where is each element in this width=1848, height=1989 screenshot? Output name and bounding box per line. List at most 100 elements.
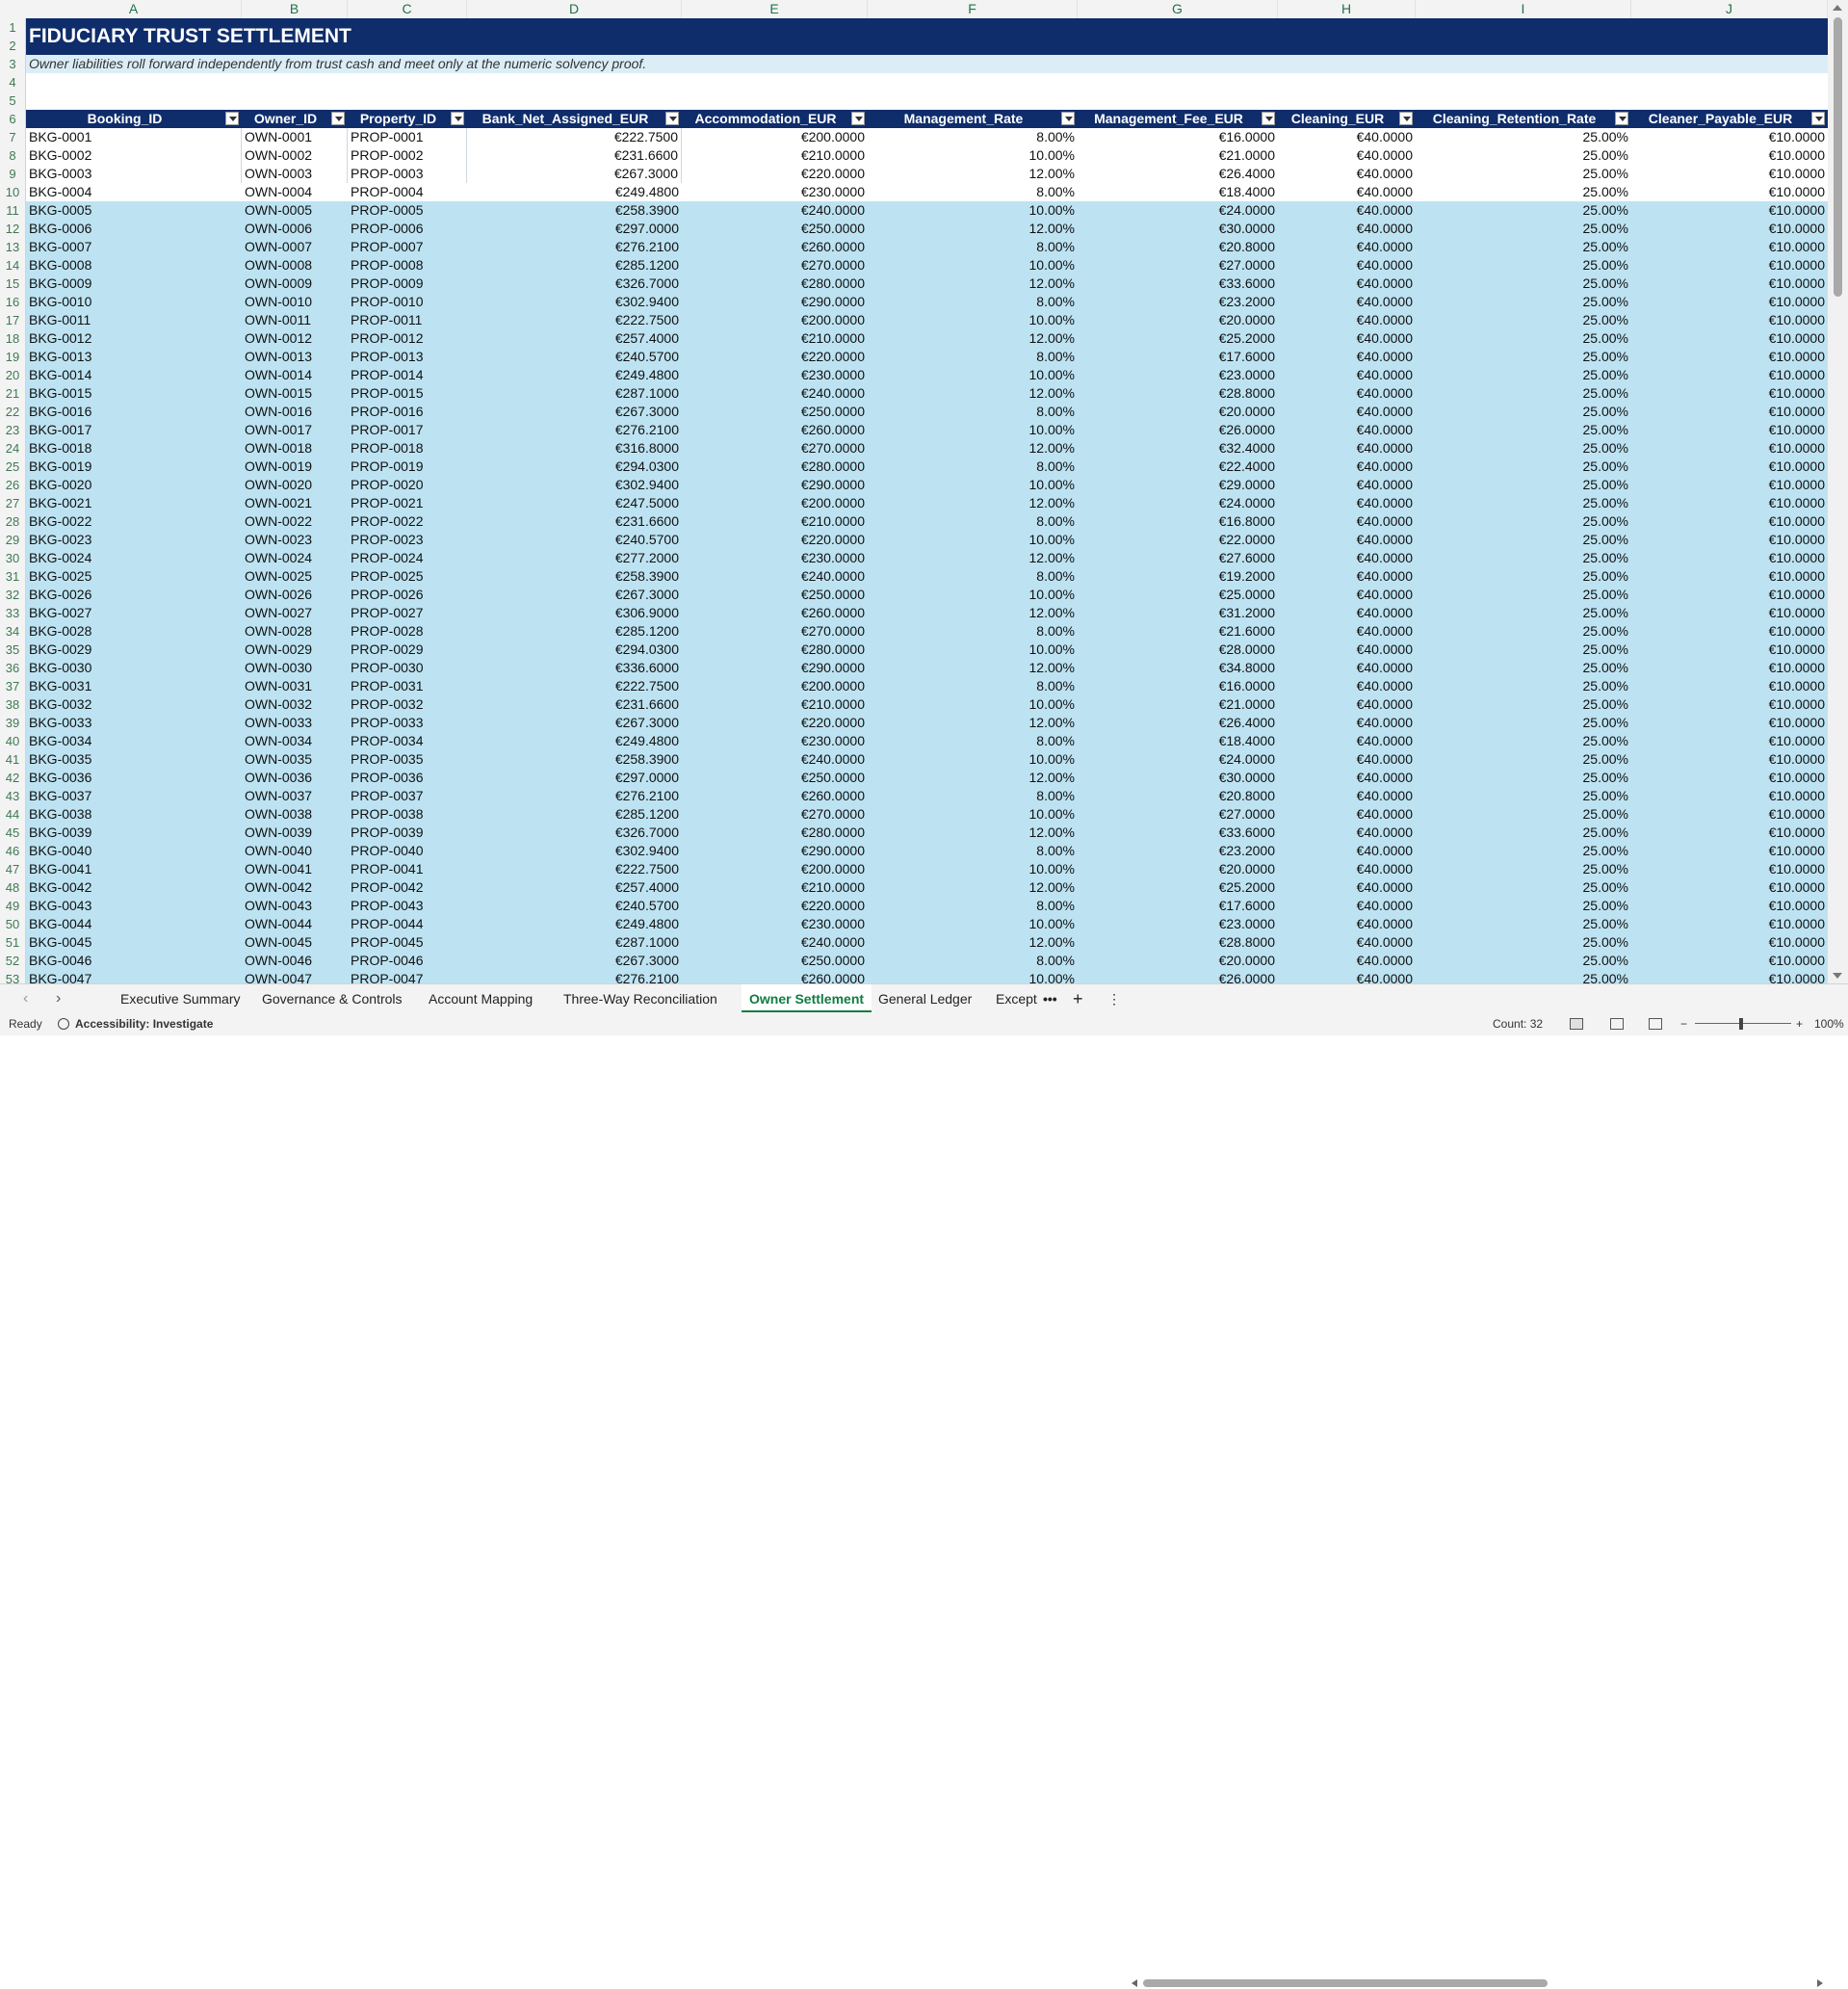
table-cell[interactable]: BKG-0025 <box>26 567 242 586</box>
table-cell[interactable]: OWN-0007 <box>242 238 348 256</box>
table-cell[interactable]: €40.0000 <box>1278 403 1416 421</box>
table-cell[interactable]: BKG-0029 <box>26 641 242 659</box>
table-cell[interactable]: €10.0000 <box>1631 128 1828 146</box>
row-header[interactable]: 41 <box>0 750 26 769</box>
table-cell[interactable]: €40.0000 <box>1278 824 1416 842</box>
table-cell[interactable]: 25.00% <box>1416 384 1631 403</box>
table-cell[interactable]: PROP-0007 <box>348 238 467 256</box>
table-cell[interactable]: €10.0000 <box>1631 238 1828 256</box>
table-cell[interactable]: 25.00% <box>1416 256 1631 275</box>
row-header[interactable]: 43 <box>0 787 26 805</box>
table-cell[interactable]: OWN-0023 <box>242 531 348 549</box>
table-cell[interactable]: 25.00% <box>1416 622 1631 641</box>
sheet-tab[interactable]: Governance & Controls <box>262 984 403 1013</box>
table-cell[interactable]: BKG-0015 <box>26 384 242 403</box>
table-cell[interactable]: BKG-0028 <box>26 622 242 641</box>
table-cell[interactable]: €200.0000 <box>682 677 868 695</box>
subtitle-row[interactable]: Owner liabilities roll forward independe… <box>26 55 1828 73</box>
row-header[interactable]: 20 <box>0 366 26 384</box>
column-header-cell[interactable]: Accommodation_EUR <box>682 110 868 128</box>
table-cell[interactable]: €290.0000 <box>682 293 868 311</box>
table-cell[interactable]: €240.0000 <box>682 933 868 952</box>
table-cell[interactable]: 25.00% <box>1416 897 1631 915</box>
table-cell[interactable]: 8.00% <box>868 183 1078 201</box>
table-cell[interactable]: 8.00% <box>868 458 1078 476</box>
table-cell[interactable]: PROP-0018 <box>348 439 467 458</box>
table-cell[interactable]: PROP-0022 <box>348 512 467 531</box>
filter-dropdown-icon[interactable] <box>451 112 464 125</box>
table-cell[interactable]: €230.0000 <box>682 366 868 384</box>
filter-dropdown-icon[interactable] <box>665 112 679 125</box>
table-cell[interactable]: PROP-0046 <box>348 952 467 970</box>
table-cell[interactable]: 25.00% <box>1416 366 1631 384</box>
table-cell[interactable]: €249.4800 <box>467 732 682 750</box>
table-cell[interactable]: 25.00% <box>1416 567 1631 586</box>
table-cell[interactable]: €257.4000 <box>467 878 682 897</box>
table-cell[interactable]: €40.0000 <box>1278 842 1416 860</box>
table-cell[interactable]: €306.9000 <box>467 604 682 622</box>
row-header[interactable]: 11 <box>0 201 26 220</box>
accessibility-icon[interactable] <box>58 1018 69 1030</box>
table-cell[interactable]: €30.0000 <box>1078 220 1278 238</box>
table-cell[interactable]: OWN-0004 <box>242 183 348 201</box>
table-cell[interactable]: PROP-0028 <box>348 622 467 641</box>
table-cell[interactable]: €40.0000 <box>1278 183 1416 201</box>
table-cell[interactable]: €10.0000 <box>1631 586 1828 604</box>
table-cell[interactable]: €270.0000 <box>682 805 868 824</box>
table-cell[interactable]: €10.0000 <box>1631 860 1828 878</box>
table-cell[interactable]: €40.0000 <box>1278 128 1416 146</box>
table-cell[interactable]: €316.8000 <box>467 439 682 458</box>
table-cell[interactable]: €27.0000 <box>1078 256 1278 275</box>
filter-dropdown-icon[interactable] <box>851 112 865 125</box>
column-header-cell[interactable]: Cleaner_Payable_EUR <box>1631 110 1828 128</box>
table-cell[interactable]: €10.0000 <box>1631 677 1828 695</box>
table-cell[interactable]: OWN-0019 <box>242 458 348 476</box>
row-header[interactable]: 27 <box>0 494 26 512</box>
table-cell[interactable]: 8.00% <box>868 897 1078 915</box>
row-header[interactable]: 26 <box>0 476 26 494</box>
table-cell[interactable]: €17.6000 <box>1078 348 1278 366</box>
table-cell[interactable]: €28.0000 <box>1078 641 1278 659</box>
table-cell[interactable]: 8.00% <box>868 238 1078 256</box>
table-cell[interactable]: 25.00% <box>1416 220 1631 238</box>
table-cell[interactable]: OWN-0013 <box>242 348 348 366</box>
table-cell[interactable]: 10.00% <box>868 805 1078 824</box>
row-header[interactable]: 42 <box>0 769 26 787</box>
table-cell[interactable]: €230.0000 <box>682 549 868 567</box>
column-header-e[interactable]: E <box>682 0 868 18</box>
sheet-tab[interactable]: Account Mapping <box>429 984 533 1013</box>
table-cell[interactable]: 12.00% <box>868 494 1078 512</box>
table-cell[interactable]: €10.0000 <box>1631 622 1828 641</box>
table-cell[interactable]: OWN-0032 <box>242 695 348 714</box>
table-cell[interactable]: €24.0000 <box>1078 201 1278 220</box>
table-cell[interactable]: €276.2100 <box>467 970 682 983</box>
table-cell[interactable]: PROP-0011 <box>348 311 467 329</box>
table-cell[interactable]: 25.00% <box>1416 641 1631 659</box>
table-cell[interactable]: €10.0000 <box>1631 348 1828 366</box>
column-header-cell[interactable]: Bank_Net_Assigned_EUR <box>467 110 682 128</box>
column-header-i[interactable]: I <box>1416 0 1631 18</box>
table-cell[interactable]: €16.0000 <box>1078 677 1278 695</box>
table-cell[interactable]: 10.00% <box>868 146 1078 165</box>
table-cell[interactable]: €336.6000 <box>467 659 682 677</box>
sheet-tab[interactable]: Except <box>996 984 1037 1013</box>
table-cell[interactable]: PROP-0047 <box>348 970 467 983</box>
table-cell[interactable]: €10.0000 <box>1631 567 1828 586</box>
table-cell[interactable]: OWN-0006 <box>242 220 348 238</box>
table-cell[interactable]: OWN-0018 <box>242 439 348 458</box>
table-cell[interactable]: €40.0000 <box>1278 659 1416 677</box>
table-cell[interactable]: 8.00% <box>868 952 1078 970</box>
normal-view-icon[interactable] <box>1570 1018 1583 1030</box>
table-cell[interactable]: €10.0000 <box>1631 512 1828 531</box>
table-cell[interactable]: BKG-0030 <box>26 659 242 677</box>
row-header[interactable]: 12 <box>0 220 26 238</box>
table-cell[interactable]: €27.0000 <box>1078 805 1278 824</box>
table-cell[interactable]: OWN-0017 <box>242 421 348 439</box>
table-cell[interactable]: €240.0000 <box>682 567 868 586</box>
table-cell[interactable]: 10.00% <box>868 915 1078 933</box>
table-cell[interactable]: €40.0000 <box>1278 878 1416 897</box>
table-cell[interactable]: €10.0000 <box>1631 549 1828 567</box>
table-cell[interactable]: BKG-0041 <box>26 860 242 878</box>
table-cell[interactable]: €18.4000 <box>1078 732 1278 750</box>
table-cell[interactable]: €240.5700 <box>467 897 682 915</box>
